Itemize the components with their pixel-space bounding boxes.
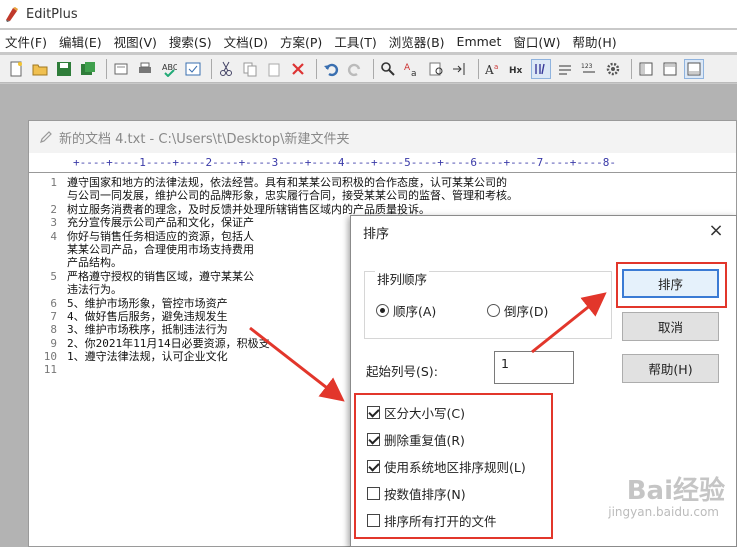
baidu-watermark-url: jingyan.baidu.com xyxy=(608,505,719,519)
arrow-to-options xyxy=(249,326,345,402)
annotation-arrows xyxy=(249,292,607,402)
baidu-watermark: Bai经验 xyxy=(626,476,725,506)
arrow-to-sort-button xyxy=(531,292,607,354)
